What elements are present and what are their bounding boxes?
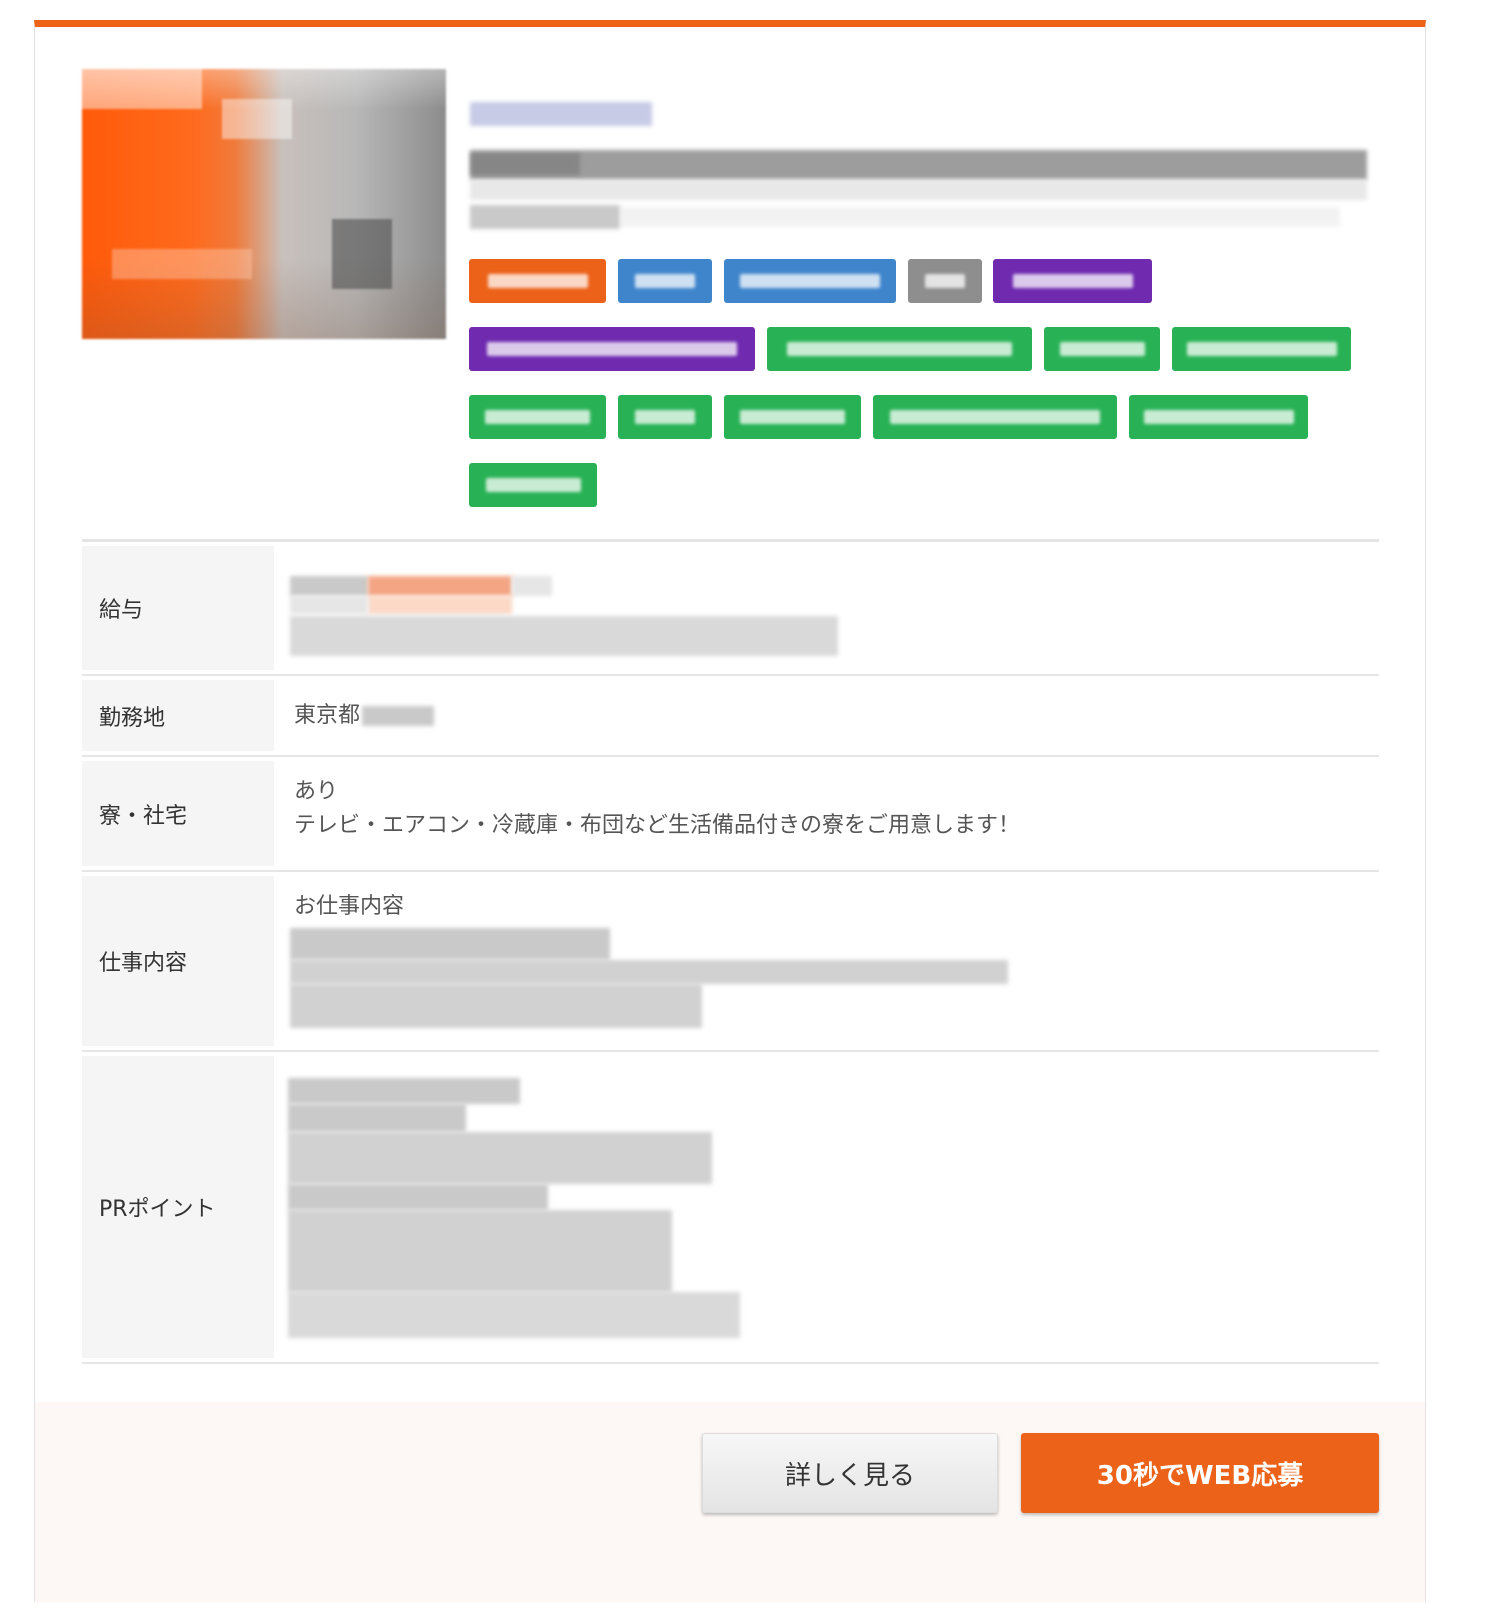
view-details-button[interactable]: 詳しく見る: [702, 1433, 998, 1513]
tag-badge: [908, 259, 982, 303]
tag-badge: [767, 327, 1032, 371]
table-row-job: 仕事内容 お仕事内容: [82, 872, 1379, 1052]
tag-badge: [469, 463, 597, 507]
salary-label: 給与: [82, 546, 274, 670]
table-row-location: 勤務地 東京都: [82, 676, 1379, 757]
location-prefecture: 東京都: [294, 702, 361, 728]
table-row-pr: PRポイント: [82, 1052, 1379, 1364]
dorm-value: あり テレビ・エアコン・冷蔵庫・布団など生活備品付きの寮をご用意します！: [274, 761, 1379, 866]
pr-value: [274, 1056, 1379, 1358]
tag-badge: [724, 259, 896, 303]
tag-badge: [469, 327, 755, 371]
tag-badge: [993, 259, 1152, 303]
tag-badge: [724, 395, 861, 439]
salary-value: [274, 546, 1379, 670]
tag-badge: [469, 259, 606, 303]
job-value: お仕事内容: [274, 876, 1379, 1046]
location-label: 勤務地: [82, 680, 274, 751]
job-card: 給与 勤務地 東京都 寮・社宅 あり テレビ・エアコン・冷蔵庫・布団など生活備品…: [34, 20, 1426, 1602]
job-description-heading: お仕事内容: [294, 894, 405, 919]
dorm-availability: あり: [294, 779, 339, 804]
tag-badge: [1172, 327, 1351, 371]
tag-badge: [618, 259, 712, 303]
dorm-label: 寮・社宅: [82, 761, 274, 866]
tag-badge: [469, 395, 606, 439]
tag-badge: [1044, 327, 1160, 371]
web-apply-button[interactable]: 30秒でWEB応募: [1021, 1433, 1379, 1513]
job-label: 仕事内容: [82, 876, 274, 1046]
job-thumbnail-image[interactable]: [82, 69, 446, 339]
table-row-dorm: 寮・社宅 あり テレビ・エアコン・冷蔵庫・布団など生活備品付きの寮をご用意します…: [82, 757, 1379, 872]
tag-badge: [1129, 395, 1308, 439]
job-info-table: 給与 勤務地 東京都 寮・社宅 あり テレビ・エアコン・冷蔵庫・布団など生活備品…: [82, 539, 1379, 1364]
dorm-description: テレビ・エアコン・冷蔵庫・布団など生活備品付きの寮をご用意します！: [294, 813, 1021, 838]
tag-badge: [873, 395, 1117, 439]
location-value: 東京都: [274, 680, 1379, 751]
table-row-salary: 給与: [82, 542, 1379, 676]
pr-label: PRポイント: [82, 1056, 274, 1358]
tag-badge: [618, 395, 712, 439]
